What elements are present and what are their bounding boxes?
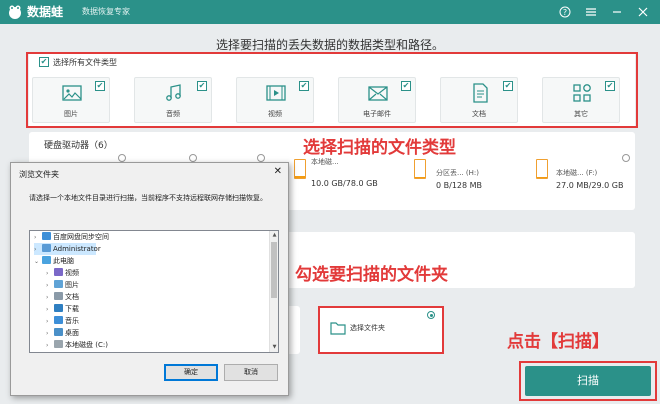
drives-title: 硬盘驱动器（6） (44, 141, 113, 151)
drive-card[interactable]: 本地磁... 10.0 GB/78.0 GB (294, 157, 404, 197)
title-bar: 数据蛙 数据恢复专家 ? (0, 0, 660, 24)
drive-icon (536, 159, 548, 179)
tree-item[interactable]: › Administrator (34, 243, 101, 255)
tree-item[interactable]: › 下载 (46, 303, 270, 315)
drive-size: 27.0 MB/29.0 GB (556, 181, 624, 190)
annotation-file-types: 选择扫描的文件类型 (303, 138, 456, 158)
drive-card[interactable]: 分区丢... (H:) 0 B/128 MB (414, 157, 524, 197)
drive-icon (54, 340, 63, 348)
frog-logo-icon (9, 5, 21, 19)
page-heading: 选择要扫描的丢失数据的数据类型和路径。 (215, 38, 444, 52)
menu-icon[interactable] (582, 3, 600, 21)
app-name: 数据蛙 (27, 5, 64, 19)
select-folder-card[interactable]: 选择文件夹 (318, 306, 444, 354)
desktop-folder-icon (54, 328, 63, 336)
video-folder-icon (54, 268, 63, 276)
download-folder-icon (54, 304, 63, 312)
folder-icon (42, 232, 51, 240)
file-type-highlight (26, 52, 638, 128)
select-folder-radio[interactable] (427, 311, 435, 319)
tree-item[interactable]: › 桌面 (46, 327, 270, 339)
user-icon (42, 244, 51, 252)
tree-item[interactable]: ⌄ 此电脑 (34, 255, 270, 267)
help-icon[interactable]: ? (556, 3, 574, 21)
dialog-description: 请选择一个本地文件目录进行扫描，当前程序不支持远程联网存储扫描恢复。 (29, 194, 267, 202)
tree-item[interactable]: › 图片 (46, 279, 270, 291)
drive-card[interactable]: 本地磁... (F:) 27.0 MB/29.0 GB (536, 157, 646, 197)
music-folder-icon (54, 316, 63, 324)
tree-item[interactable]: › 文档 (46, 291, 270, 303)
tree-item[interactable]: › 百度网盘同步空间 (34, 231, 270, 243)
computer-icon (42, 256, 51, 264)
ok-button[interactable]: 确定 (164, 364, 218, 381)
tree-item[interactable]: › 本地磁盘 (C:) (46, 339, 270, 351)
select-folder-label: 选择文件夹 (350, 324, 385, 332)
drive-name: 本地磁... (311, 158, 339, 166)
tree-scrollbar[interactable]: ▲ ▼ (269, 231, 278, 352)
scroll-up-icon[interactable]: ▲ (270, 231, 278, 240)
drive-radio[interactable] (189, 154, 197, 162)
folder-tree[interactable]: › 百度网盘同步空间 › Administrator ⌄ 此电脑 › 视频 › 图片 › 文… (29, 230, 279, 353)
documents-folder-icon (54, 292, 63, 300)
svg-text:?: ? (563, 8, 567, 17)
drive-size: 10.0 GB/78.0 GB (311, 179, 378, 188)
drive-radio[interactable] (257, 154, 265, 162)
cancel-button[interactable]: 取消 (224, 364, 278, 381)
drive-icon (294, 159, 306, 179)
drive-radio[interactable] (118, 154, 126, 162)
drive-name: 本地磁... (F:) (556, 169, 598, 177)
dialog-close-icon[interactable]: ✕ (274, 166, 282, 177)
pictures-folder-icon (54, 280, 63, 288)
drive-icon (414, 159, 426, 179)
annotation-scan: 点击【扫描】 (507, 332, 609, 352)
minimize-icon[interactable] (608, 3, 626, 21)
close-icon[interactable] (634, 3, 652, 21)
annotation-folder: 勾选要扫描的文件夹 (295, 265, 448, 285)
tree-item[interactable]: › 视频 (46, 267, 270, 279)
scroll-down-icon[interactable]: ▼ (270, 343, 278, 352)
dialog-title: 浏览文件夹 (19, 170, 59, 179)
drive-size: 0 B/128 MB (436, 181, 483, 190)
browse-folder-dialog: 浏览文件夹 ✕ 请选择一个本地文件目录进行扫描，当前程序不支持远程联网存储扫描恢… (10, 162, 289, 396)
drive-name: 分区丢... (H:) (436, 169, 479, 177)
tree-item[interactable]: › 音乐 (46, 315, 270, 327)
folder-icon (330, 322, 346, 335)
scroll-thumb[interactable] (271, 242, 277, 298)
scan-highlight (519, 361, 657, 401)
app-subtitle: 数据恢复专家 (82, 7, 130, 16)
